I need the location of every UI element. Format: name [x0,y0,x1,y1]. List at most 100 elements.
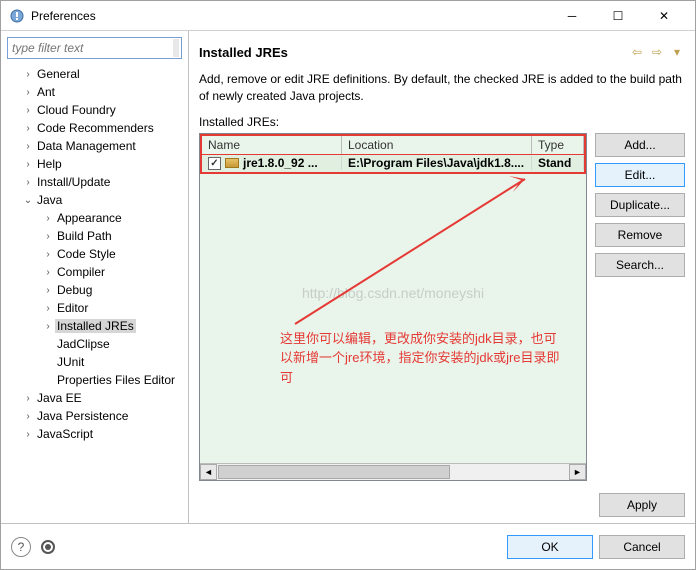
close-button[interactable]: ✕ [641,1,687,31]
twisty-icon[interactable]: › [21,105,35,116]
tree-item-ant[interactable]: ›Ant [3,83,188,101]
duplicate-button[interactable]: Duplicate... [595,193,685,217]
tree-item-label: Data Management [35,139,138,153]
tree-item-label: JavaScript [35,427,95,441]
tree-item-java-ee[interactable]: ›Java EE [3,389,188,407]
preferences-icon [9,8,25,24]
tree-item-jadclipse[interactable]: JadClipse [3,335,188,353]
scroll-left-icon[interactable]: ◄ [200,464,217,480]
minimize-button[interactable]: ─ [549,1,595,31]
titlebar: Preferences ─ ☐ ✕ [1,1,695,31]
tree-item-label: Editor [55,301,90,315]
tree-item-compiler[interactable]: ›Compiler [3,263,188,281]
tree-item-label: Code Style [55,247,118,261]
tree-item-label: Installed JREs [55,319,136,333]
twisty-icon[interactable]: › [41,213,55,224]
tree-item-label: Help [35,157,64,171]
search-button[interactable]: Search... [595,253,685,277]
tree-item-javascript[interactable]: ›JavaScript [3,425,188,443]
tree-item-label: Properties Files Editor [55,373,177,387]
twisty-icon[interactable]: › [41,249,55,260]
twisty-icon[interactable]: › [41,285,55,296]
tree-item-label: JUnit [55,355,86,369]
ok-button[interactable]: OK [507,535,593,559]
cancel-button[interactable]: Cancel [599,535,685,559]
tree-item-appearance[interactable]: ›Appearance [3,209,188,227]
twisty-icon[interactable]: › [41,321,55,332]
twisty-icon[interactable]: › [41,303,55,314]
tree-item-label: Appearance [55,211,124,225]
filter-box [7,37,182,59]
page-description: Add, remove or edit JRE definitions. By … [199,71,685,105]
tree-item-data-management[interactable]: ›Data Management [3,137,188,155]
page-nav-icons: ⇦ ⇨ ▾ [629,45,685,59]
right-panel: Installed JREs ⇦ ⇨ ▾ Add, remove or edit… [189,31,695,523]
twisty-icon[interactable]: › [21,177,35,188]
apply-button[interactable]: Apply [599,493,685,517]
window-title: Preferences [31,9,549,23]
tree-item-label: Build Path [55,229,114,243]
remove-button[interactable]: Remove [595,223,685,247]
tree-item-label: Debug [55,283,94,297]
twisty-icon[interactable]: › [21,393,35,404]
table-body: jre1.8.0_92 ... E:\Program Files\Java\jd… [200,154,586,463]
filter-input[interactable] [8,41,173,55]
tree-item-java[interactable]: ⌄Java [3,191,188,209]
tree-item-debug[interactable]: ›Debug [3,281,188,299]
tree-item-editor[interactable]: ›Editor [3,299,188,317]
edit-button[interactable]: Edit... [595,163,685,187]
add-button[interactable]: Add... [595,133,685,157]
twisty-icon[interactable]: › [21,69,35,80]
twisty-icon[interactable]: › [21,87,35,98]
back-icon[interactable]: ⇦ [629,45,645,59]
watermark-text: http://blog.csdn.net/moneyshi [302,285,484,301]
maximize-button[interactable]: ☐ [595,1,641,31]
annotation-arrow [265,174,535,334]
twisty-icon[interactable]: › [21,429,35,440]
scroll-thumb[interactable] [218,465,450,479]
col-type[interactable]: Type [532,136,584,154]
scroll-right-icon[interactable]: ► [569,464,586,480]
tree-item-installed-jres[interactable]: ›Installed JREs [3,317,188,335]
twisty-icon[interactable]: › [21,123,35,134]
twisty-icon[interactable]: › [21,411,35,422]
tree-item-label: Java EE [35,391,84,405]
preferences-window: Preferences ─ ☐ ✕ ›General›Ant›Cloud Fou… [0,0,696,570]
tree-item-code-recommenders[interactable]: ›Code Recommenders [3,119,188,137]
twisty-icon[interactable]: › [21,141,35,152]
tree-item-cloud-foundry[interactable]: ›Cloud Foundry [3,101,188,119]
help-icon[interactable]: ? [11,537,31,557]
tree-item-properties-files-editor[interactable]: Properties Files Editor [3,371,188,389]
twisty-icon[interactable]: › [21,159,35,170]
tree-item-general[interactable]: ›General [3,65,188,83]
tree-item-help[interactable]: ›Help [3,155,188,173]
forward-icon[interactable]: ⇨ [649,45,665,59]
table-row[interactable]: jre1.8.0_92 ... E:\Program Files\Java\jd… [200,154,586,174]
tree-item-label: Code Recommenders [35,121,156,135]
tree-item-label: Compiler [55,265,107,279]
tree-item-code-style[interactable]: ›Code Style [3,245,188,263]
twisty-icon[interactable]: ⌄ [21,195,35,206]
tree-item-junit[interactable]: JUnit [3,353,188,371]
tree-item-java-persistence[interactable]: ›Java Persistence [3,407,188,425]
col-location[interactable]: Location [342,136,532,154]
tree-item-label: General [35,67,82,81]
table-header: Name Location Type [200,134,586,154]
col-name[interactable]: Name [202,136,342,154]
tree-item-install-update[interactable]: ›Install/Update [3,173,188,191]
menu-dropdown-icon[interactable]: ▾ [669,45,685,59]
oomph-record-icon[interactable] [41,540,55,554]
jre-name: jre1.8.0_92 ... [243,156,318,170]
filter-clear-button[interactable] [173,39,179,57]
table-label: Installed JREs: [199,115,685,129]
jre-checkbox[interactable] [208,157,221,170]
jre-table[interactable]: Name Location Type jre1.8.0_92 ... E:\Pr… [199,133,587,481]
twisty-icon[interactable]: › [41,231,55,242]
preferences-tree[interactable]: ›General›Ant›Cloud Foundry›Code Recommen… [1,65,188,523]
twisty-icon[interactable]: › [41,267,55,278]
tree-item-build-path[interactable]: ›Build Path [3,227,188,245]
side-buttons: Add... Edit... Duplicate... Remove Searc… [595,133,685,481]
horizontal-scrollbar[interactable]: ◄ ► [200,463,586,480]
page-title: Installed JREs [199,45,288,60]
tree-item-label: JadClipse [55,337,112,351]
